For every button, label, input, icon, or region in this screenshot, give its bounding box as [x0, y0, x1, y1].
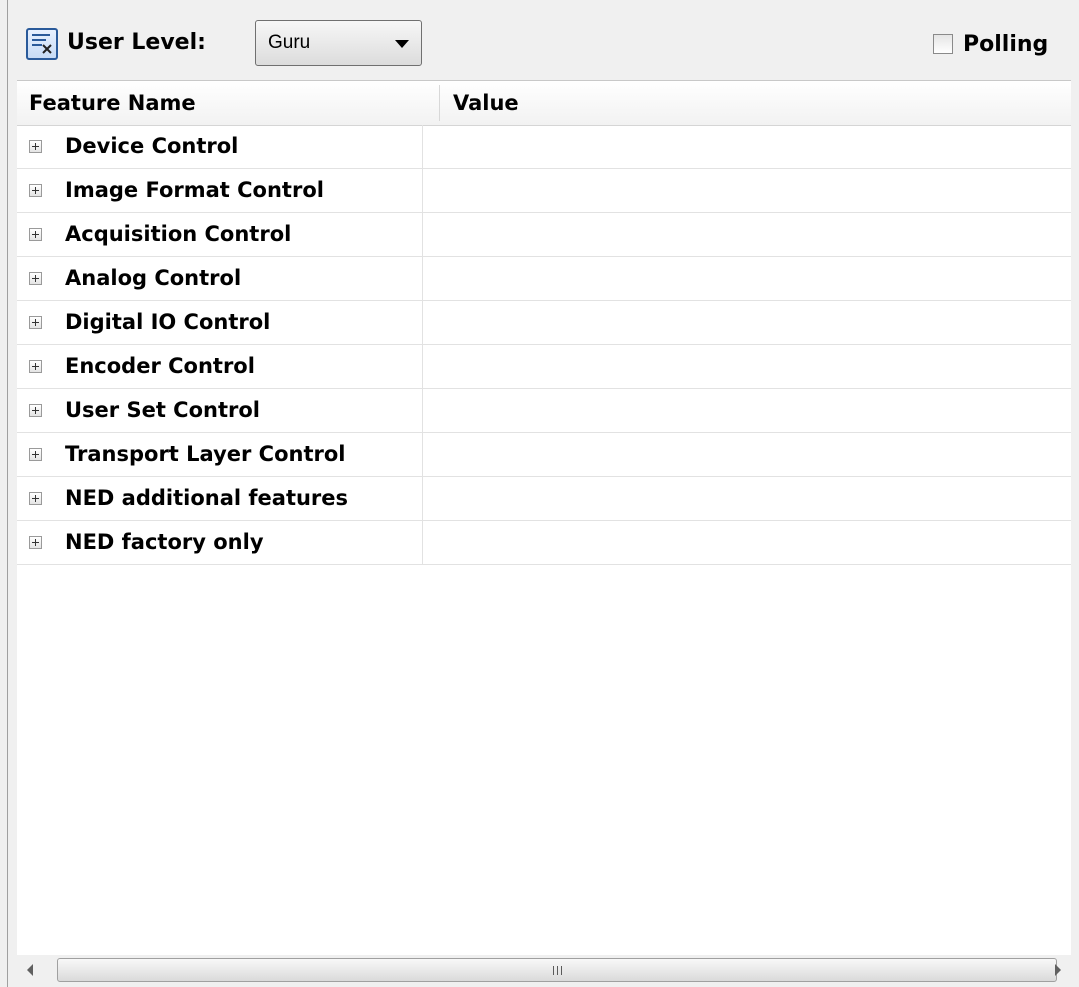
column-header-value[interactable]: Value — [453, 81, 519, 125]
expand-icon[interactable] — [29, 492, 42, 505]
scroll-thumb[interactable] — [57, 958, 1057, 982]
chevron-down-icon — [395, 40, 409, 48]
table-row[interactable]: NED factory only — [17, 521, 1071, 565]
column-divider[interactable] — [439, 85, 440, 121]
properties-icon[interactable] — [26, 28, 58, 60]
cell-divider — [422, 213, 423, 256]
scroll-left-icon[interactable] — [27, 964, 33, 976]
left-frame — [0, 0, 8, 987]
grid-header: Feature Name Value — [17, 81, 1071, 126]
feature-name: User Set Control — [65, 398, 260, 422]
polling-checkbox[interactable] — [933, 34, 953, 54]
right-edge — [1071, 0, 1079, 987]
feature-name: Digital IO Control — [65, 310, 271, 334]
expand-icon[interactable] — [29, 360, 42, 373]
toolbar: User Level: Guru Polling — [8, 0, 1071, 80]
table-row[interactable]: Image Format Control — [17, 169, 1071, 213]
feature-name: Acquisition Control — [65, 222, 292, 246]
table-row[interactable]: Analog Control — [17, 257, 1071, 301]
expand-icon[interactable] — [29, 184, 42, 197]
expand-icon[interactable] — [29, 404, 42, 417]
cell-divider — [422, 345, 423, 388]
feature-browser-window: User Level: Guru Polling Feature Name Va… — [0, 0, 1079, 987]
expand-icon[interactable] — [29, 316, 42, 329]
table-row[interactable]: User Set Control — [17, 389, 1071, 433]
horizontal-scrollbar[interactable] — [17, 955, 1071, 987]
grip-icon — [552, 966, 564, 975]
expand-icon[interactable] — [29, 140, 42, 153]
feature-name: Analog Control — [65, 266, 242, 290]
grid-rows: Device Control Image Format Control Acqu… — [17, 125, 1071, 565]
cell-divider — [422, 301, 423, 344]
user-level-dropdown[interactable]: Guru — [255, 20, 422, 66]
table-row[interactable]: Encoder Control — [17, 345, 1071, 389]
column-header-feature-name[interactable]: Feature Name — [29, 81, 196, 125]
user-level-label: User Level: — [67, 30, 206, 55]
polling-label[interactable]: Polling — [963, 32, 1048, 57]
cell-divider — [422, 257, 423, 300]
cell-divider — [422, 477, 423, 520]
expand-icon[interactable] — [29, 272, 42, 285]
feature-name: Transport Layer Control — [65, 442, 346, 466]
table-row[interactable]: Device Control — [17, 125, 1071, 169]
feature-name: Image Format Control — [65, 178, 324, 202]
expand-icon[interactable] — [29, 448, 42, 461]
scroll-right-icon[interactable] — [1055, 964, 1061, 976]
expand-icon[interactable] — [29, 228, 42, 241]
table-row[interactable]: Transport Layer Control — [17, 433, 1071, 477]
feature-grid: Feature Name Value Device Control Image … — [17, 80, 1071, 955]
feature-name: Encoder Control — [65, 354, 255, 378]
feature-name: NED factory only — [65, 530, 264, 554]
cell-divider — [422, 389, 423, 432]
feature-name: NED additional features — [65, 486, 349, 510]
user-level-value: Guru — [268, 32, 311, 53]
table-row[interactable]: NED additional features — [17, 477, 1071, 521]
cell-divider — [422, 169, 423, 212]
expand-icon[interactable] — [29, 536, 42, 549]
table-row[interactable]: Digital IO Control — [17, 301, 1071, 345]
cell-divider — [422, 521, 423, 564]
feature-name: Device Control — [65, 134, 239, 158]
cell-divider — [422, 125, 423, 168]
cell-divider — [422, 433, 423, 476]
table-row[interactable]: Acquisition Control — [17, 213, 1071, 257]
